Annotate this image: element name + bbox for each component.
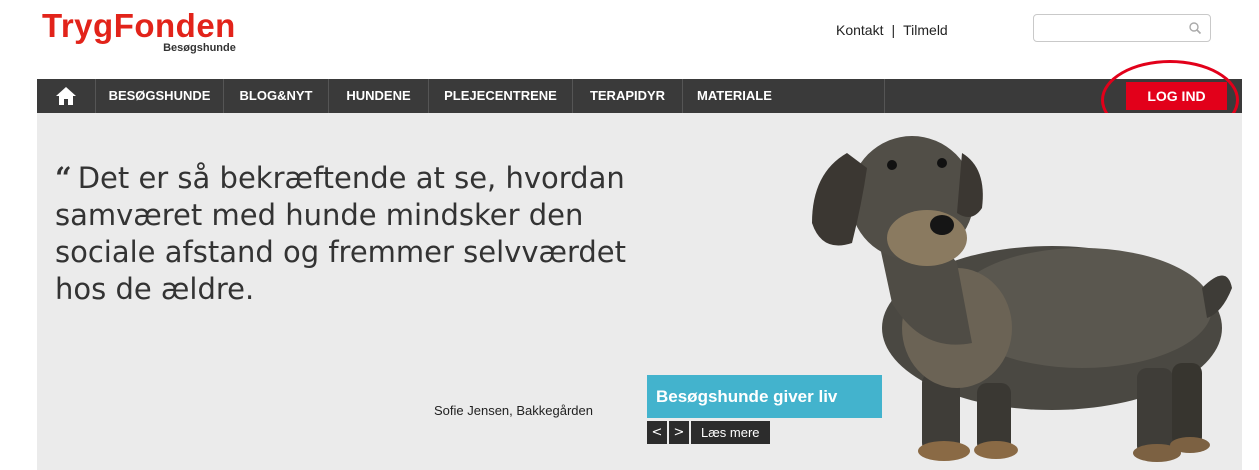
read-more-button[interactable]: Læs mere xyxy=(691,421,770,444)
chevron-right-icon[interactable]: > xyxy=(669,421,689,444)
nav-item-materiale[interactable]: MATERIALE xyxy=(683,79,885,113)
contact-link[interactable]: Kontakt xyxy=(836,22,883,38)
nav-home[interactable] xyxy=(37,79,96,113)
nav-item-hundene[interactable]: HUNDENE xyxy=(329,79,429,113)
top-links: Kontakt | Tilmeld xyxy=(836,22,948,38)
link-separator: | xyxy=(891,22,896,38)
home-icon xyxy=(56,87,76,105)
logo[interactable]: TrygFonden Besøgshunde xyxy=(42,7,236,55)
nav-item-terapidyr[interactable]: TERAPIDYR xyxy=(573,79,683,113)
quote-author: Sofie Jensen, Bakkegården xyxy=(434,403,593,418)
logo-subtext: Besøgshunde xyxy=(163,42,236,54)
nav-item-plejecentrene[interactable]: PLEJECENTRENE xyxy=(429,79,573,113)
search-icon[interactable] xyxy=(1188,21,1202,35)
logo-text: TrygFonden xyxy=(42,7,236,44)
search-input[interactable] xyxy=(1034,15,1184,41)
hero-quote: “Det er så bekræftende at se, hvordan sa… xyxy=(55,160,635,308)
nav-item-blog-nyt[interactable]: BLOG&NYT xyxy=(224,79,329,113)
search-box xyxy=(1033,14,1211,42)
chevron-left-icon[interactable]: < xyxy=(647,421,667,444)
slide-banner[interactable]: Besøgshunde giver liv xyxy=(647,375,882,418)
hero-slide: “Det er så bekræftende at se, hvordan sa… xyxy=(37,113,1242,470)
signup-link[interactable]: Tilmeld xyxy=(903,22,948,38)
main-nav: BESØGSHUNDE BLOG&NYT HUNDENE PLEJECENTRE… xyxy=(37,79,1242,113)
nav-item-besoegshunde[interactable]: BESØGSHUNDE xyxy=(96,79,224,113)
slide-controls: < > Læs mere xyxy=(647,421,772,444)
quote-text: Det er så bekræftende at se, hvordan sam… xyxy=(55,161,627,306)
quote-mark: “ xyxy=(55,161,72,195)
